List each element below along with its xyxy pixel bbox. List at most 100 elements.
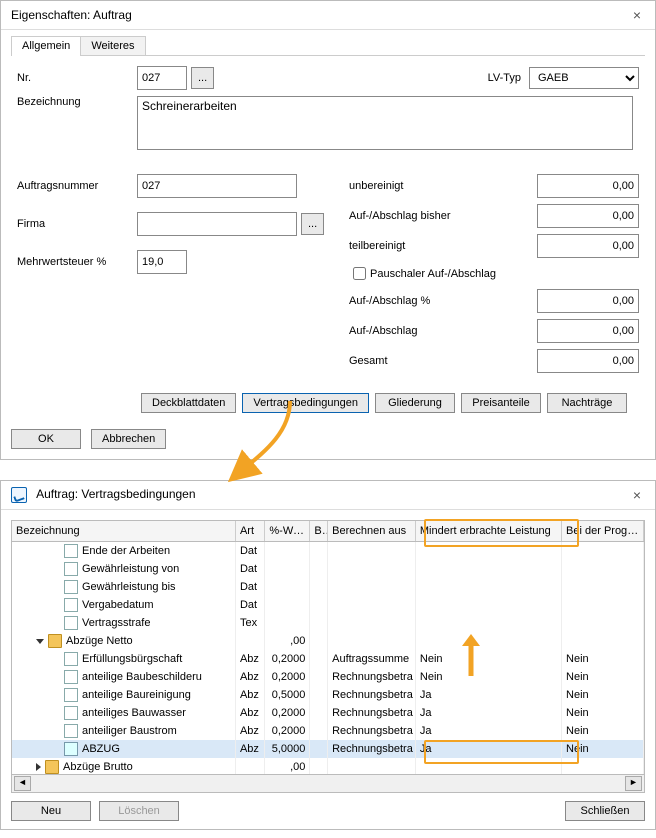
label-lvtyp: LV-Typ: [488, 72, 521, 84]
document-icon: [64, 670, 78, 684]
checkbox-pauschal[interactable]: [353, 267, 366, 280]
cell-percent: ,00: [265, 758, 310, 775]
row-label: anteiliges Bauwasser: [82, 707, 186, 719]
table-row[interactable]: Abzüge Brutto ,00: [12, 758, 644, 775]
cell-art: Abz: [236, 722, 265, 740]
row-label: Gewährleistung von: [82, 563, 179, 575]
cell-art: [236, 632, 265, 650]
app-icon: [11, 487, 27, 503]
input-aufab-pct[interactable]: [537, 289, 639, 313]
close-icon[interactable]: ×: [629, 7, 645, 23]
row-label: Erfüllungsbürgschaft: [82, 653, 182, 665]
cell-berechnen: [328, 596, 416, 614]
cell-berechnen: [328, 542, 416, 560]
cell-berechnen: [328, 614, 416, 632]
cell-berechnen: [328, 632, 416, 650]
input-nr[interactable]: [137, 66, 187, 90]
table-row[interactable]: Gewährleistung vonDat: [12, 560, 644, 578]
col-berechnen[interactable]: Berechnen aus: [328, 521, 416, 541]
cell-berechnen: Rechnungsbetra: [328, 686, 416, 704]
col-br[interactable]: Br: [310, 521, 328, 541]
document-icon: [64, 616, 78, 630]
scroll-left-icon[interactable]: ◄: [14, 776, 31, 791]
col-prognose[interactable]: Bei der Progno: [562, 521, 644, 541]
button-cancel[interactable]: Abbrechen: [91, 429, 166, 449]
cell-art: Abz: [236, 740, 265, 758]
table-row[interactable]: VergabedatumDat: [12, 596, 644, 614]
cell-mindert: [416, 758, 562, 775]
table-row[interactable]: ErfüllungsbürgschaftAbz0,2000Auftragssum…: [12, 650, 644, 668]
horizontal-scrollbar[interactable]: ◄ ►: [11, 775, 645, 793]
select-lvtyp[interactable]: GAEB: [529, 67, 639, 89]
label-aufab: Auf-/Abschlag: [349, 325, 479, 337]
button-gliederung[interactable]: Gliederung: [375, 393, 455, 413]
cell-mindert: [416, 614, 562, 632]
document-icon: [64, 598, 78, 612]
chevron-down-icon[interactable]: [36, 639, 44, 644]
label-firma: Firma: [17, 218, 137, 230]
label-gesamt: Gesamt: [349, 355, 479, 367]
table-row[interactable]: Ende der ArbeitenDat: [12, 542, 644, 560]
col-percent[interactable]: %-Wert: [265, 521, 310, 541]
cell-berechnen: Rechnungsbetra: [328, 722, 416, 740]
input-auftragsnummer[interactable]: [137, 174, 297, 198]
cell-br: [310, 650, 328, 668]
row-label: Abzüge Brutto: [63, 761, 133, 773]
cell-art: Dat: [236, 578, 265, 596]
cell-br: [310, 740, 328, 758]
button-loeschen[interactable]: Löschen: [99, 801, 179, 821]
cell-br: [310, 704, 328, 722]
cell-art: [236, 758, 265, 775]
cell-mindert: Ja: [416, 686, 562, 704]
grid-header: Bezeichnung Art %-Wert Br Berechnen aus …: [11, 520, 645, 542]
nr-browse-button[interactable]: ...: [191, 67, 214, 89]
cell-br: [310, 560, 328, 578]
input-firma[interactable]: [137, 212, 297, 236]
button-vertragsbedingungen[interactable]: Vertragsbedingungen: [242, 393, 369, 413]
cell-art: Abz: [236, 650, 265, 668]
cell-br: [310, 614, 328, 632]
cell-br: [310, 578, 328, 596]
cell-mindert: [416, 578, 562, 596]
table-row[interactable]: anteiliges BauwasserAbz0,2000Rechnungsbe…: [12, 704, 644, 722]
button-neu[interactable]: Neu: [11, 801, 91, 821]
textarea-bezeichnung[interactable]: Schreinerarbeiten: [137, 96, 633, 150]
cell-percent: 0,2000: [265, 722, 310, 740]
table-row[interactable]: anteiliger Baustrom Abz0,2000 Rechnungsbet…: [12, 722, 644, 740]
table-row[interactable]: VertragsstrafeTex: [12, 614, 644, 632]
cell-prognose: Nein: [562, 722, 644, 740]
table-row[interactable]: Gewährleistung bisDat: [12, 578, 644, 596]
label-aufab-bisher: Auf-/Abschlag bisher: [349, 210, 479, 222]
table-row[interactable]: Abzüge Netto,00: [12, 632, 644, 650]
tab-weiteres[interactable]: Weiteres: [80, 36, 145, 55]
grid-body[interactable]: Ende der ArbeitenDatGewährleistung vonDa…: [11, 542, 645, 775]
button-deckblattdaten[interactable]: Deckblattdaten: [141, 393, 236, 413]
table-row[interactable]: anteilige BaubeschilderuAbz0,2000Rechnun…: [12, 668, 644, 686]
button-ok[interactable]: OK: [11, 429, 81, 449]
cell-br: [310, 632, 328, 650]
row-label: anteilige Baubeschilderu: [82, 671, 202, 683]
firma-browse-button[interactable]: ...: [301, 213, 324, 235]
chevron-right-icon[interactable]: [36, 763, 41, 771]
col-bezeichnung[interactable]: Bezeichnung: [12, 521, 236, 541]
document-icon: [64, 544, 78, 558]
table-row[interactable]: anteilige BaureinigungAbz0,5000Rechnungs…: [12, 686, 644, 704]
button-schliessen[interactable]: Schließen: [565, 801, 645, 821]
cell-prognose: Nein: [562, 740, 644, 758]
cell-percent: 5,0000: [265, 740, 310, 758]
row-label: anteiliger Baustrom: [82, 725, 177, 737]
button-preisanteile[interactable]: Preisanteile: [461, 393, 541, 413]
close-icon-2[interactable]: ×: [629, 487, 645, 503]
col-mindert[interactable]: Mindert erbrachte Leistung: [416, 521, 562, 541]
scroll-right-icon[interactable]: ►: [625, 776, 642, 791]
table-row[interactable]: ABZUGAbz5,0000RechnungsbetraJaNein: [12, 740, 644, 758]
tab-allgemein[interactable]: Allgemein: [11, 36, 81, 56]
col-art[interactable]: Art: [236, 521, 265, 541]
tabstrip: Allgemein Weiteres: [11, 36, 645, 56]
label-nr: Nr.: [17, 72, 137, 84]
value-teilbereinigt: [537, 234, 639, 258]
cell-br: [310, 596, 328, 614]
cell-mindert: Ja: [416, 704, 562, 722]
button-nachtraege[interactable]: Nachträge: [547, 393, 627, 413]
input-mwst[interactable]: [137, 250, 187, 274]
